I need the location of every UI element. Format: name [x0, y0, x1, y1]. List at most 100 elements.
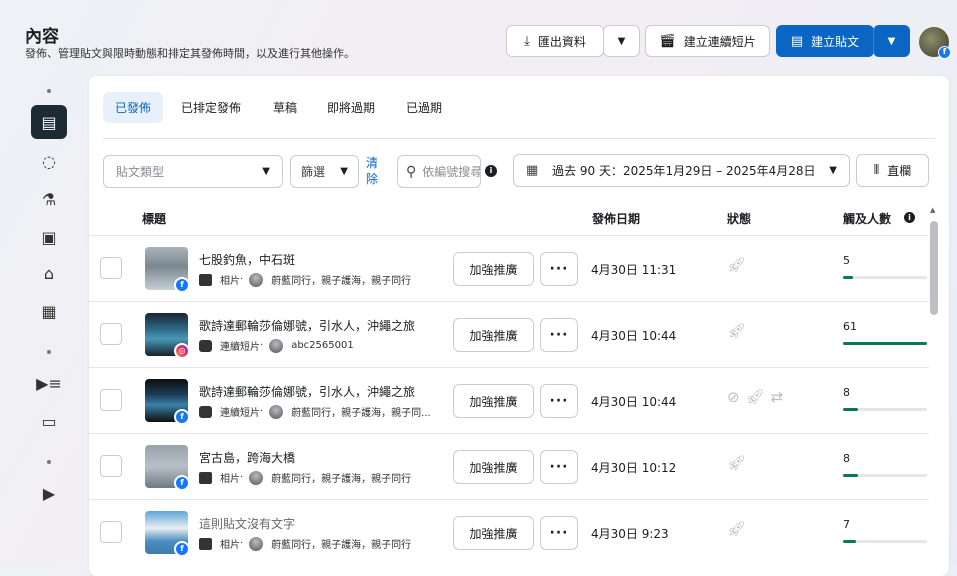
status-icons: 🚀︎	[727, 520, 752, 538]
more-options-button[interactable]: ···	[540, 450, 578, 484]
facebook-icon: f	[174, 409, 190, 425]
nav-separator-dot	[47, 89, 51, 93]
column-header-title[interactable]: 標題	[142, 210, 166, 227]
create-post-button[interactable]: ▤ 建立貼文	[776, 25, 874, 57]
tab-published[interactable]: 已發佈	[103, 92, 164, 123]
post-account: 蔚藍同行，親子護海，親子同行	[271, 540, 412, 551]
table-row[interactable]: f 宮古島，跨海大橋 相片 · 蔚藍同行，親子護海，親子同行 加強推廣 ··· …	[89, 433, 929, 499]
facebook-icon: f	[174, 475, 190, 491]
info-icon[interactable]: i	[904, 212, 915, 223]
row-checkbox[interactable]	[100, 521, 122, 543]
account-avatar-small	[269, 404, 284, 419]
row-checkbox[interactable]	[100, 323, 122, 345]
column-header-date[interactable]: 發佈日期	[592, 210, 640, 227]
account-avatar-small	[269, 338, 284, 353]
page-title: 內容	[25, 27, 59, 47]
meta-separator: ·	[260, 340, 264, 351]
account-avatar[interactable]: f	[919, 27, 951, 59]
post-title[interactable]: 七股釣魚，中石斑	[199, 251, 295, 268]
publish-date: 4月30日 10:44	[591, 395, 677, 409]
nav-separator-dot	[47, 460, 51, 464]
crosspost-icon: ⇄	[770, 388, 784, 406]
row-checkbox[interactable]	[100, 389, 122, 411]
status-icons: 🚀︎	[727, 322, 752, 340]
nav-clapperboard-icon[interactable]: ▦	[31, 294, 67, 328]
more-options-button[interactable]: ···	[540, 516, 578, 550]
create-post-dropdown-button[interactable]: ▼	[873, 25, 910, 57]
tabs-divider	[103, 138, 935, 139]
post-account: 蔚藍同行，親子護海，親子同行	[271, 276, 412, 287]
more-options-button[interactable]: ···	[540, 252, 578, 286]
more-options-button[interactable]: ···	[540, 384, 578, 418]
column-header-status[interactable]: 狀態	[727, 210, 751, 227]
content-panel: 已發佈 已排定發佈 草稿 即將過期 已過期 貼文類型 ▼ 篩選 ▼ 清除 ⚲ 依…	[89, 76, 949, 576]
clear-filters-link[interactable]: 清除	[366, 155, 380, 187]
boost-post-button[interactable]: 加強推廣	[453, 450, 534, 484]
nav-content-icon[interactable]: ▤	[31, 105, 67, 139]
calendar-icon: ▦	[526, 163, 539, 178]
reach-value: 8	[843, 386, 850, 399]
nav-flask-icon[interactable]: ⚗	[31, 182, 67, 216]
columns-button[interactable]: ⫴ 直欄	[856, 154, 929, 187]
post-type-select[interactable]: 貼文類型 ▼	[103, 155, 283, 188]
photo-icon	[199, 273, 212, 286]
search-input[interactable]: ⚲ 依編號搜尋	[397, 155, 481, 188]
tab-scheduled[interactable]: 已排定發佈	[169, 92, 253, 123]
chevron-down-icon: ▼	[829, 165, 837, 176]
post-title[interactable]: 歌詩達郵輪莎倫娜號，引水人，沖繩之旅	[199, 383, 415, 400]
column-header-reach[interactable]: 觸及人數	[843, 210, 891, 227]
table-row[interactable]: ◎ 歌詩達郵輪莎倫娜號，引水人，沖繩之旅 連續短片 · abc2565001 加…	[89, 301, 929, 367]
info-icon[interactable]: i	[485, 165, 497, 177]
nav-tv-icon[interactable]: ▭	[31, 404, 67, 438]
filter-button[interactable]: 篩選 ▼	[290, 155, 359, 188]
nav-separator-dot	[47, 350, 51, 354]
nav-circle-icon[interactable]: ◌	[31, 144, 67, 178]
date-range-picker[interactable]: ▦ 過去 90 天：2025年1月29日 – 2025年4月28日 ▼	[513, 154, 850, 187]
nav-id-card-icon[interactable]: ▣	[31, 220, 67, 254]
tab-drafts[interactable]: 草稿	[261, 92, 309, 123]
export-button[interactable]: ⤓ 匯出資料	[506, 25, 604, 57]
scrollbar-thumb[interactable]	[930, 221, 938, 315]
reach-value: 5	[843, 254, 850, 267]
table-row[interactable]: f 歌詩達郵輪莎倫娜號，引水人，沖繩之旅 連續短片 · 蔚藍同行，親子護海，親子…	[89, 367, 929, 433]
tab-expiring[interactable]: 即將過期	[315, 92, 387, 123]
instagram-icon: ◎	[174, 343, 190, 359]
post-type: 相片	[220, 540, 240, 551]
nav-playlist-icon[interactable]: ▶≡	[31, 366, 67, 400]
reach-bar	[843, 276, 927, 279]
boost-post-button[interactable]: 加強推廣	[453, 252, 534, 286]
facebook-icon: f	[938, 46, 951, 59]
status-icons: 🚀︎	[727, 454, 752, 472]
rocket-icon: 🚀︎	[745, 388, 765, 406]
export-dropdown-button[interactable]: ▼	[603, 25, 640, 57]
boost-post-button[interactable]: 加強推廣	[453, 384, 534, 418]
account-avatar-small	[249, 272, 264, 287]
row-checkbox[interactable]	[100, 455, 122, 477]
create-reel-button[interactable]: 🎬︎ 建立連續短片	[645, 25, 770, 57]
photo-icon	[199, 537, 212, 550]
more-options-button[interactable]: ···	[540, 318, 578, 352]
reach-value: 61	[843, 320, 857, 333]
post-account: 蔚藍同行，親子護海，親子同行	[271, 474, 412, 485]
post-title[interactable]: 宮古島，跨海大橋	[199, 449, 295, 466]
boost-post-button[interactable]: 加強推廣	[453, 516, 534, 550]
photo-icon	[199, 471, 212, 484]
publish-date: 4月30日 11:31	[591, 263, 677, 277]
reach-value: 8	[843, 452, 850, 465]
boost-post-button[interactable]: 加強推廣	[453, 318, 534, 352]
post-title[interactable]: 歌詩達郵輪莎倫娜號，引水人，沖繩之旅	[199, 317, 415, 334]
table-row[interactable]: f 七股釣魚，中石斑 相片 · 蔚藍同行，親子護海，親子同行 加強推廣 ··· …	[89, 235, 929, 301]
nav-video-icon[interactable]: ▶	[31, 476, 67, 510]
reach-bar-fill	[843, 540, 856, 543]
meta-separator: ·	[240, 472, 244, 483]
table-row[interactable]: f 這則貼文沒有文字 相片 · 蔚藍同行，親子護海，親子同行 加強推廣 ··· …	[89, 499, 929, 565]
row-checkbox[interactable]	[100, 257, 122, 279]
scroll-up-arrow[interactable]: ▲	[930, 206, 935, 214]
nav-tag-icon[interactable]: ⌂	[31, 256, 67, 290]
post-icon: ▤	[790, 33, 804, 49]
reach-bar	[843, 342, 927, 345]
chevron-down-icon: ▼	[617, 35, 626, 47]
tab-expired[interactable]: 已過期	[394, 92, 454, 123]
post-title[interactable]: 這則貼文沒有文字	[199, 515, 295, 532]
reel-icon	[199, 339, 212, 352]
